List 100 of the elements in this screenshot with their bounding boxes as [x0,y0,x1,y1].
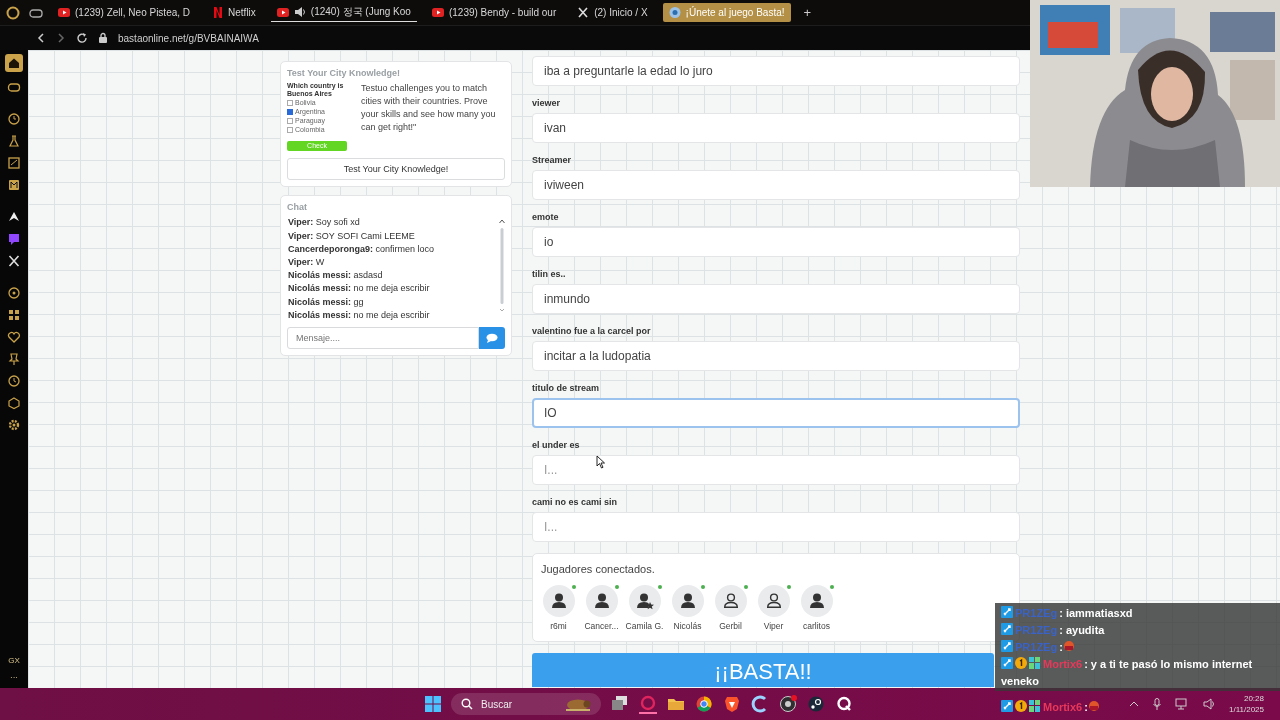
q-logo-icon[interactable] [835,695,853,713]
answer-field[interactable]: I... [532,512,1020,542]
chat-message: Nicolás messi: asdasd [288,269,384,283]
chat-bubble-icon[interactable] [7,232,21,246]
home-icon[interactable] [5,54,23,72]
browser-tab[interactable]: (1240) 정국 (Jung Koo [270,3,417,22]
clock-date[interactable]: 1/11/2025 [1229,704,1264,715]
checkbox[interactable] [287,108,293,115]
settings-icon[interactable] [7,418,21,432]
field-label: viewer [532,97,561,109]
chat-message: Viper: Soy sofi xd [288,216,361,230]
ring-logo-icon[interactable] [6,5,20,20]
back-icon[interactable] [36,32,46,44]
sidebar-label[interactable]: ··· [10,673,18,682]
chat-message: : [1059,641,1063,653]
speaker-icon[interactable] [1203,698,1215,710]
forward-icon[interactable] [56,32,66,44]
field-label: titulo de stream [532,382,599,394]
chat-username: PR1ZEg [1015,624,1058,636]
chat-message: Nicolás messi: gg [288,295,365,309]
checkbox[interactable] [287,99,293,106]
play-icon [276,5,289,19]
message-field[interactable]: Mensaje.... [287,327,479,349]
quiz-button[interactable]: Test Your City Knowledge! [287,158,505,181]
browser-tab[interactable]: (1239) Bendy - build our [425,3,563,22]
person-icon [585,585,618,617]
microphone-icon[interactable] [1153,698,1161,710]
chat-username: Mortix6 [1043,701,1083,713]
windows-icon[interactable] [425,696,441,712]
grid-icon[interactable] [7,308,21,322]
chat-username: PR1ZEg [1015,607,1058,619]
history-icon[interactable] [7,374,21,388]
browser-tab[interactable]: (1239) Zell, Neo Pistea, D [52,3,197,22]
chat-message: Nicolás messi: no me deja escribir [288,282,431,296]
gamepad-icon[interactable] [7,80,21,94]
ring-logo-icon[interactable] [639,694,657,714]
browser-tab[interactable]: Netflix [205,3,262,22]
speech-bubble-icon [486,333,498,343]
play-icon [431,6,444,19]
player-name: r6mi [550,621,567,631]
ad-description: Testuo challenges you to match cities with their countries. Prove your skills and see how many you can get right!" [361,82,497,134]
checkbox[interactable] [287,126,293,133]
speaker-icon[interactable] [293,6,306,18]
answer-field[interactable]: incitar a la ludopatia [532,341,1020,371]
chat-title: Chat [286,201,308,215]
answer-field[interactable]: iba a preguntarle la edad lo juro [532,56,1020,86]
chat-message: Cancerdeporonga9: confirmen loco [288,242,436,256]
cursor-icon [596,455,606,469]
sidebar-label[interactable]: GX [8,656,20,665]
person-outline-icon [757,585,790,617]
answer-field[interactable]: I... [532,455,1020,485]
send-button[interactable] [479,327,505,349]
flask-icon[interactable] [7,134,21,148]
field-label: emote [532,211,559,223]
field-label: tilin es.. [532,268,566,280]
square-m-icon[interactable] [7,178,21,192]
chat-username: PR1ZEg [1015,641,1058,653]
record-icon[interactable] [779,695,797,713]
x-logo-icon[interactable] [7,254,21,268]
field-label: Streamer [532,154,572,166]
network-icon[interactable] [1175,698,1189,710]
steam-icon[interactable] [807,695,825,713]
lion-shield-icon[interactable] [723,695,741,713]
checkbox[interactable] [287,117,293,124]
player-name: Cancer... [584,621,619,631]
heart-icon[interactable] [7,330,21,344]
caret-icon[interactable] [1129,700,1139,708]
field-label: el under es [532,439,580,451]
field-label: cami no es cami sin [532,496,618,508]
field-label: valentino fue a la carcel por [532,325,651,337]
answer-field[interactable]: inmundo [532,284,1020,314]
clock-icon[interactable] [7,112,21,126]
player-name: Nicolás [673,621,702,631]
player-name: carlitos [803,621,830,631]
player-name: Camila G. [625,621,664,631]
players-title: Jugadores conectados. [541,563,656,575]
chat-message: : iammatiasxd [1059,607,1133,619]
url-text[interactable]: bastaonline.net/g/BVBAINAIWA [118,32,259,44]
answer-field[interactable]: io [532,227,1020,257]
windows-stack-icon[interactable] [611,695,629,713]
person-icon [542,585,575,617]
disc-icon[interactable] [7,286,21,300]
chat-message: Viper: SOY SOFI Cami LEEME [288,229,416,243]
cube-icon[interactable] [7,396,21,410]
new-tab-button[interactable]: + [799,5,816,20]
answer-field[interactable]: ivan [532,113,1020,143]
answer-field[interactable]: IO [532,398,1020,428]
browser-tab[interactable]: (2) Inicio / X [571,3,654,22]
note-icon[interactable] [7,156,21,170]
search-icon [461,698,473,710]
lock-icon [98,32,108,44]
clock-time[interactable]: 20:28 [1243,693,1264,704]
x-logo-icon [577,6,590,19]
arrow-logo-icon[interactable] [7,210,21,224]
color-wheel-icon[interactable] [695,695,713,713]
pin-icon[interactable] [7,352,21,366]
answer-field[interactable]: iviween [532,170,1020,200]
chat-message: Viper: W [288,256,326,269]
reload-icon[interactable] [76,32,88,44]
n-logo-icon [211,6,224,19]
